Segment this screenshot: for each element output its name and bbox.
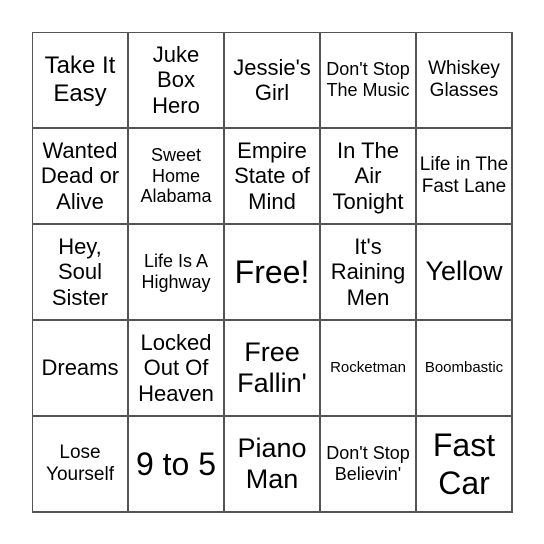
cell-text: Free Fallin' <box>237 336 307 398</box>
cell-text: Take It Easy <box>44 52 116 107</box>
bingo-cell[interactable]: Locked Out Of Heaven <box>129 321 225 417</box>
bingo-cell[interactable]: Whiskey Glasses <box>417 33 513 129</box>
cell-text: Jessie's Girl <box>233 54 311 105</box>
cell-text: Life Is A Highway <box>141 251 211 292</box>
free-space-cell[interactable]: Free! <box>225 225 321 321</box>
bingo-card: Take It Easy Juke Box Hero Jessie's Girl… <box>32 32 513 513</box>
cell-text: Boombastic <box>424 359 504 377</box>
bingo-cell[interactable]: Free Fallin' <box>225 321 321 417</box>
bingo-cell[interactable]: Hey, Soul Sister <box>33 225 129 321</box>
bingo-cell[interactable]: Wanted Dead or Alive <box>33 129 129 225</box>
bingo-cell[interactable]: It's Raining Men <box>321 225 417 321</box>
bingo-cell[interactable]: Piano Man <box>225 417 321 513</box>
cell-text: Don't Stop Believin' <box>326 443 410 484</box>
bingo-cell[interactable]: Dreams <box>33 321 129 417</box>
cell-text: Don't Stop The Music <box>326 59 410 100</box>
bingo-cell[interactable]: Boombastic <box>417 321 513 417</box>
bingo-cell[interactable]: Don't Stop The Music <box>321 33 417 129</box>
bingo-cell[interactable]: 9 to 5 <box>129 417 225 513</box>
bingo-cell[interactable]: Don't Stop Believin' <box>321 417 417 513</box>
bingo-cell[interactable]: Yellow <box>417 225 513 321</box>
bingo-cell[interactable]: Jessie's Girl <box>225 33 321 129</box>
cell-text: Sweet Home Alabama <box>140 144 212 207</box>
bingo-cell[interactable]: Empire State of Mind <box>225 129 321 225</box>
cell-text: In The Air Tonight <box>332 138 404 214</box>
bingo-cell[interactable]: Fast Car <box>417 417 513 513</box>
cell-text: 9 to 5 <box>135 445 217 482</box>
bingo-cell[interactable]: In The Air Tonight <box>321 129 417 225</box>
bingo-cell[interactable]: Lose Yourself <box>33 417 129 513</box>
bingo-cell[interactable]: Rocketman <box>321 321 417 417</box>
cell-text: Wanted Dead or Alive <box>40 138 120 214</box>
cell-text: Life in The Fast Lane <box>419 154 509 197</box>
cell-text: It's Raining Men <box>330 234 406 310</box>
cell-text: Rocketman <box>330 359 406 377</box>
cell-text: Locked Out Of Heaven <box>138 330 214 406</box>
cell-text: Piano Man <box>237 432 307 494</box>
bingo-cell[interactable]: Juke Box Hero <box>129 33 225 129</box>
bingo-cell[interactable]: Life in The Fast Lane <box>417 129 513 225</box>
cell-text: Whiskey Glasses <box>428 58 500 101</box>
bingo-cell[interactable]: Take It Easy <box>33 33 129 129</box>
cell-text: Empire State of Mind <box>234 138 310 214</box>
cell-text: Free! <box>234 253 310 290</box>
bingo-cell[interactable]: Life Is A Highway <box>129 225 225 321</box>
cell-text: Hey, Soul Sister <box>51 234 109 310</box>
cell-text: Yellow <box>425 256 503 287</box>
cell-text: Fast Car <box>432 426 496 501</box>
cell-text: Juke Box Hero <box>152 42 200 118</box>
bingo-cell[interactable]: Sweet Home Alabama <box>129 129 225 225</box>
cell-text: Lose Yourself <box>46 442 114 485</box>
cell-text: Dreams <box>41 355 119 381</box>
